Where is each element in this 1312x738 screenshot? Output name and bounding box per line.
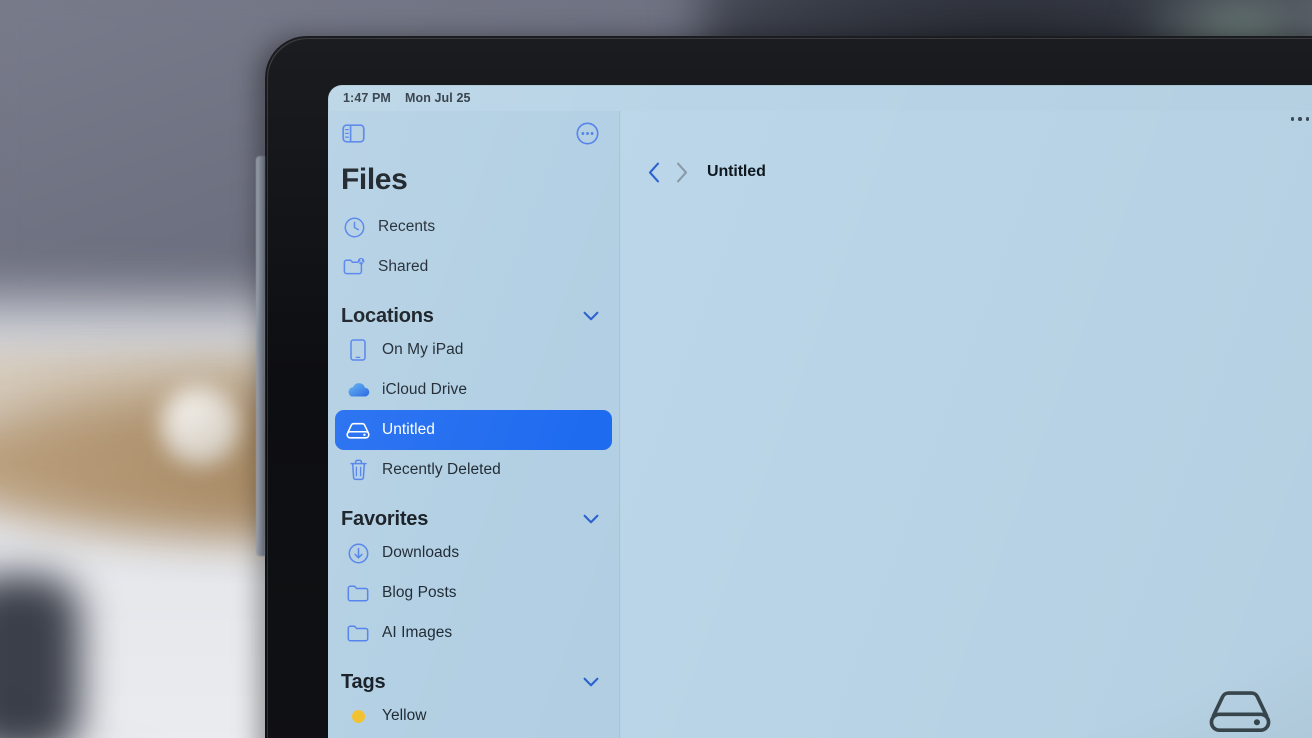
folder-icon [346, 581, 370, 605]
empty-state: Untitled is Empty [1157, 687, 1312, 738]
sidebar-item-icloud-drive[interactable]: iCloud Drive [335, 370, 612, 410]
ipad-device: 1:47 PM Mon Jul 25 Files Recents Shared … [256, 36, 1312, 738]
sidebar-toggle-icon[interactable] [339, 119, 367, 147]
circle-ellipsis-icon[interactable] [573, 119, 601, 147]
sidebar-item-shared[interactable]: Shared [335, 247, 612, 287]
sidebar-item-recently-deleted[interactable]: Recently Deleted [335, 450, 612, 490]
status-bar: 1:47 PM Mon Jul 25 [328, 85, 1312, 111]
ipad-screen: 1:47 PM Mon Jul 25 Files Recents Shared … [328, 85, 1312, 738]
sidebar-item-label: On My iPad [382, 341, 464, 358]
sidebar-item-label: Blog Posts [382, 584, 457, 601]
background-knob [160, 385, 240, 465]
sidebar-group-title: Tags [341, 671, 386, 693]
chevron-right-icon [671, 159, 693, 185]
sidebar-item-label: AI Images [382, 624, 453, 641]
sidebar-item-recents[interactable]: Recents [335, 207, 612, 247]
navigation-bar: Untitled [621, 155, 1312, 189]
folder-icon [346, 621, 370, 645]
chevron-down-icon[interactable] [583, 674, 599, 692]
sidebar-item-label: Shared [378, 258, 429, 275]
sidebar-item-label: Untitled [382, 421, 435, 438]
sidebar-item-on-my-ipad[interactable]: On My iPad [335, 330, 612, 370]
sidebar-item-label: Recently Deleted [382, 461, 501, 478]
sidebar-item-label: Yellow [382, 707, 427, 724]
sidebar-item-tag-yellow[interactable]: Yellow [335, 696, 612, 736]
breadcrumb: Untitled [707, 163, 766, 180]
trash-icon [346, 458, 370, 482]
page-title: Files [341, 163, 408, 196]
external-drive-icon [346, 418, 370, 442]
status-bar-time: 1:47 PM [343, 91, 391, 105]
sidebar-item-downloads[interactable]: Downloads [335, 533, 612, 573]
sidebar-item-blog-posts[interactable]: Blog Posts [335, 573, 612, 613]
sidebar-item-ai-images[interactable]: AI Images [335, 613, 612, 653]
ipad-side-edge [256, 156, 265, 556]
folder-person-icon [342, 255, 366, 279]
sidebar-group-favorites[interactable]: Favorites [341, 508, 599, 531]
external-drive-icon [1208, 687, 1272, 738]
tag-dot-icon [346, 704, 370, 728]
ellipsis-icon[interactable] [1290, 117, 1309, 121]
sidebar-item-label: iCloud Drive [382, 381, 468, 398]
sidebar-item-untitled[interactable]: Untitled [335, 410, 612, 450]
sidebar-group-title: Locations [341, 305, 434, 327]
sidebar-group-title: Favorites [341, 508, 429, 530]
background-dark-object [0, 575, 80, 738]
content-pane: Untitled Untitled is Empty [621, 111, 1312, 738]
sidebar-group-locations[interactable]: Locations [341, 305, 599, 328]
status-bar-date: Mon Jul 25 [404, 91, 471, 105]
files-sidebar: Files Recents Shared Locations On My iPa… [328, 111, 620, 738]
sidebar-item-label: Recents [378, 218, 436, 235]
download-circle-icon [346, 541, 370, 565]
ipad-icon [346, 338, 370, 362]
sidebar-group-tags[interactable]: Tags [341, 671, 599, 694]
content-toolbar [621, 111, 1312, 155]
sidebar-item-label: Downloads [382, 544, 460, 561]
icloud-icon [346, 378, 370, 402]
sidebar-toolbar [328, 111, 619, 155]
chevron-down-icon[interactable] [583, 308, 599, 326]
clock-icon [342, 215, 366, 239]
chevron-left-icon[interactable] [643, 159, 665, 185]
chevron-down-icon[interactable] [583, 511, 599, 529]
